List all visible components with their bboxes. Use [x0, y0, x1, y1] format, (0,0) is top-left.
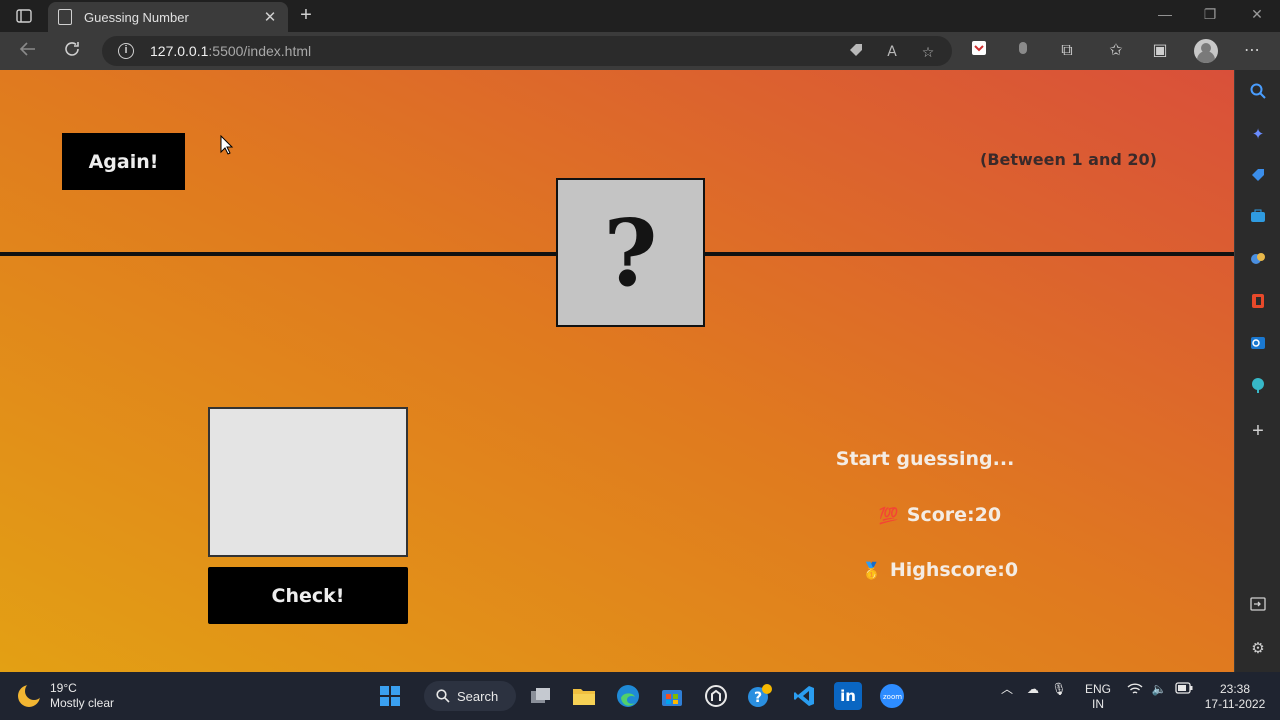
search-icon[interactable]	[1248, 83, 1268, 103]
address-bar[interactable]: i 127.0.0.1:5500/index.html A ☆	[102, 36, 952, 66]
help-app-icon[interactable]: ?	[746, 682, 774, 710]
tree-icon[interactable]	[1248, 377, 1268, 397]
svg-text:zoom: zoom	[883, 693, 902, 701]
clock-date: 17-11-2022	[1204, 697, 1266, 711]
highscore-value: 0	[1004, 559, 1019, 581]
microphone-icon[interactable]: 🎙	[1050, 682, 1068, 697]
edge-sidebar: ✦ + ⚙	[1234, 70, 1280, 672]
weather-temperature: 19°C	[50, 681, 77, 695]
add-sidebar-app-icon[interactable]: +	[1248, 421, 1268, 441]
games-icon[interactable]	[1248, 251, 1268, 271]
microsoft-store-icon[interactable]	[658, 682, 686, 710]
svg-text:?: ?	[754, 690, 762, 706]
minimize-button[interactable]: —	[1155, 6, 1175, 22]
taskbar-search[interactable]: Search	[424, 681, 516, 711]
tab-title: Guessing Number	[84, 9, 189, 25]
secret-number-box: ?	[556, 178, 705, 327]
vscode-icon[interactable]	[790, 682, 818, 710]
more-menu-icon[interactable]: ⋯	[1241, 40, 1263, 62]
onedrive-cloud-icon[interactable]: ☁	[1022, 682, 1044, 697]
browser-toolbar: i 127.0.0.1:5500/index.html A ☆ ⧉ ✩ ▣ ⋯	[0, 32, 1280, 70]
wifi-icon[interactable]	[1126, 682, 1144, 700]
highscore-label: Highscore:	[889, 559, 1005, 581]
moon-icon	[18, 682, 43, 707]
close-tab-icon[interactable]: ✕	[262, 8, 278, 26]
search-icon	[436, 689, 450, 703]
hundred-points-icon: 💯	[878, 506, 899, 525]
game-page: Again! (Between 1 and 20) ? Check! Start…	[0, 70, 1234, 672]
copilot-sparkle-icon[interactable]: ✦	[1248, 125, 1268, 145]
medal-icon: 🥇	[861, 561, 882, 580]
edge-browser-icon[interactable]	[614, 682, 642, 710]
office-icon[interactable]	[1248, 293, 1268, 313]
again-button[interactable]: Again!	[62, 133, 185, 190]
score-row: 💯 Score:20	[780, 504, 1100, 526]
close-window-button[interactable]: ✕	[1247, 6, 1267, 23]
guess-input[interactable]	[208, 407, 408, 557]
refresh-icon[interactable]	[61, 40, 83, 62]
tag-icon[interactable]	[846, 42, 866, 62]
tab-actions-icon[interactable]	[8, 4, 40, 28]
favorites-icon[interactable]: ✩	[1105, 40, 1127, 62]
shopping-tag-icon[interactable]	[1248, 167, 1268, 187]
weather-description: Mostly clear	[50, 696, 115, 710]
file-explorer-icon[interactable]	[570, 682, 598, 710]
mouse-cursor-icon	[220, 135, 234, 155]
outlook-icon[interactable]	[1248, 335, 1268, 355]
new-tab-button[interactable]: +	[294, 4, 318, 28]
url-text[interactable]: 127.0.0.1:5500/index.html	[150, 43, 311, 59]
github-desktop-icon[interactable]	[702, 682, 730, 710]
restore-button[interactable]: ❐	[1200, 6, 1220, 23]
hide-sidebar-icon[interactable]	[1248, 597, 1268, 617]
url-path: :5500/index.html	[208, 43, 312, 59]
collections-icon[interactable]: ▣	[1149, 40, 1171, 62]
linkedin-icon[interactable]: in	[834, 682, 862, 710]
show-hidden-icons-chevron-icon[interactable]: ︿	[998, 682, 1016, 697]
check-button[interactable]: Check!	[208, 567, 408, 624]
extension-pocket-icon[interactable]	[968, 40, 990, 62]
tools-briefcase-icon[interactable]	[1248, 209, 1268, 229]
favorite-add-icon[interactable]: ☆	[918, 42, 938, 62]
battery-icon[interactable]	[1174, 682, 1194, 698]
language-code: ENG	[1084, 682, 1111, 696]
extension-icon[interactable]	[1012, 40, 1034, 62]
language-indicator[interactable]: ENG IN	[1080, 682, 1116, 712]
language-region: IN	[1092, 697, 1104, 711]
search-label: Search	[457, 688, 499, 704]
extensions-puzzle-icon[interactable]: ⧉	[1056, 40, 1078, 62]
page-icon	[58, 9, 72, 25]
status-message: Start guessing...	[835, 448, 1015, 470]
weather-widget[interactable]: 19°C Mostly clear	[18, 681, 114, 711]
highscore-row: 🥇 Highscore:0	[780, 559, 1100, 581]
browser-tab-active[interactable]: Guessing Number ✕	[48, 2, 288, 32]
volume-icon[interactable]: 🔈	[1150, 682, 1168, 697]
windows-start-icon[interactable]	[376, 682, 404, 710]
read-aloud-icon[interactable]: A	[882, 42, 902, 62]
info-icon[interactable]: i	[118, 43, 134, 59]
clock-time: 23:38	[1219, 682, 1251, 696]
windows-taskbar: 19°C Mostly clear Search ? in zoom ︿ ☁ 🎙…	[0, 672, 1280, 720]
score-value: 20	[974, 504, 1002, 526]
url-host: 127.0.0.1	[150, 43, 209, 59]
browser-tab-bar: Guessing Number ✕ + — ❐ ✕	[0, 0, 1280, 32]
range-hint: (Between 1 and 20)	[980, 150, 1157, 169]
task-view-icon[interactable]	[527, 682, 555, 710]
zoom-icon[interactable]: zoom	[878, 682, 906, 710]
profile-avatar[interactable]	[1194, 39, 1218, 63]
settings-gear-icon[interactable]: ⚙	[1248, 639, 1268, 659]
clock[interactable]: 23:38 17-11-2022	[1200, 682, 1270, 712]
score-label: Score:	[906, 504, 975, 526]
back-arrow-icon[interactable]	[17, 40, 39, 62]
